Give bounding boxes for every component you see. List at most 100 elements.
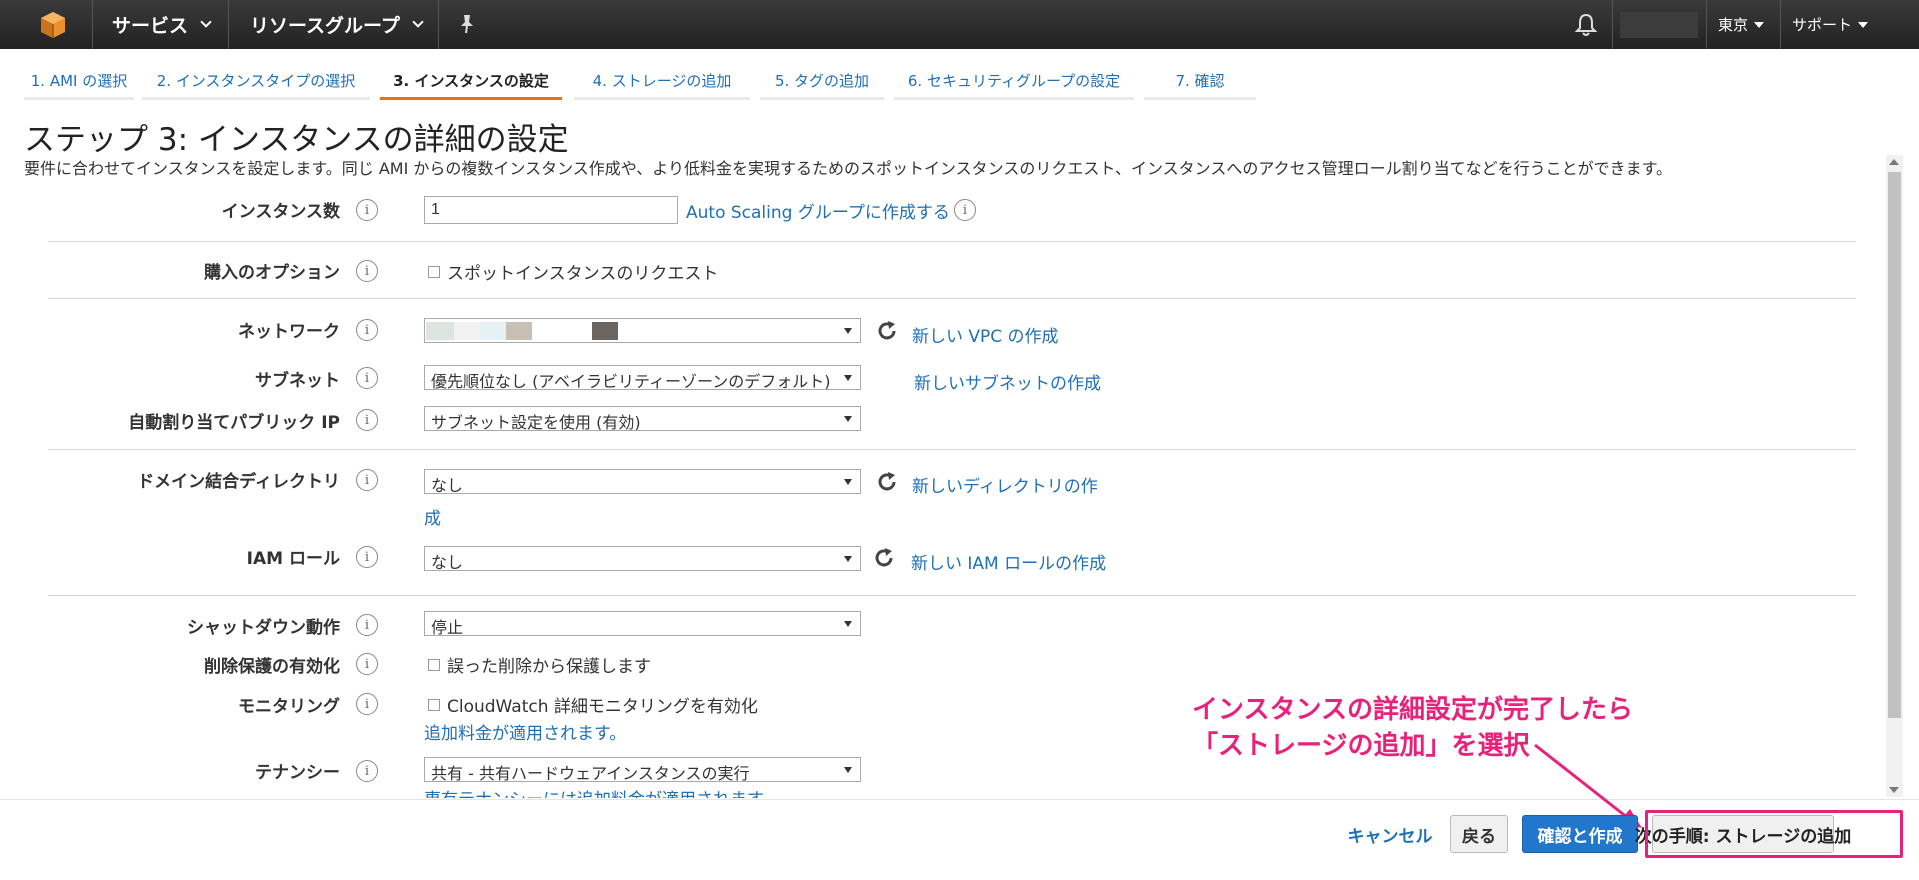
- cancel-button[interactable]: キャンセル: [1340, 815, 1440, 853]
- tab-add-storage[interactable]: 4. ストレージの追加: [574, 64, 750, 100]
- footer-divider: [0, 799, 1919, 800]
- monitoring-charges-link[interactable]: 追加料金が適用されます。: [424, 719, 626, 744]
- public-ip-value: サブネット設定を使用 (有効): [431, 413, 641, 431]
- create-directory-link[interactable]: 新しいディレクトリの作: [912, 472, 1098, 497]
- termination-protection-label: 削除保護の有効化: [204, 657, 340, 677]
- instance-count-input[interactable]: [424, 196, 678, 224]
- region-menu[interactable]: 東京: [1718, 0, 1765, 49]
- tenancy-value: 共有 - 共有ハードウェアインスタンスの実行: [431, 764, 750, 782]
- caret-down-icon: [844, 416, 852, 422]
- divider: [1780, 0, 1781, 49]
- tenancy-charges-link[interactable]: 専有テナンシーには追加料金が適用されます。: [424, 785, 779, 798]
- info-icon[interactable]: i: [356, 469, 378, 491]
- back-button[interactable]: 戻る: [1450, 815, 1508, 853]
- info-icon[interactable]: i: [356, 653, 378, 675]
- resource-groups-menu[interactable]: リソースグループ: [250, 0, 424, 49]
- info-icon[interactable]: i: [356, 319, 378, 341]
- subnet-value: 優先順位なし (アベイラビリティーゾーンのデフォルト): [431, 372, 831, 390]
- page-description: 要件に合わせてインスタンスを設定します。同じ AMI からの複数インスタンス作成…: [24, 159, 1672, 178]
- scrollbar-thumb[interactable]: [1888, 172, 1901, 718]
- refresh-icon[interactable]: [873, 547, 895, 569]
- caret-down-icon: [844, 328, 852, 334]
- network-label: ネットワーク: [238, 322, 340, 342]
- domain-directory-select[interactable]: なし: [424, 469, 861, 494]
- checkbox-icon[interactable]: [428, 698, 440, 711]
- account-menu[interactable]: [1620, 12, 1698, 38]
- instance-count-label: インスタンス数: [221, 202, 340, 222]
- auto-scaling-link[interactable]: Auto Scaling グループに作成する: [686, 198, 950, 223]
- create-iam-role-link[interactable]: 新しい IAM ロールの作成: [911, 549, 1106, 574]
- tab-instance-type[interactable]: 2. インスタンスタイプの選択: [142, 64, 370, 100]
- support-menu[interactable]: サポート: [1792, 0, 1869, 49]
- tab-add-tags[interactable]: 5. タグの追加: [760, 64, 884, 100]
- info-icon[interactable]: i: [954, 199, 976, 221]
- domain-directory-value: なし: [431, 476, 464, 494]
- spot-request-checkbox[interactable]: スポットインスタンスのリクエスト: [428, 259, 718, 284]
- tenancy-select[interactable]: 共有 - 共有ハードウェアインスタンスの実行: [424, 757, 861, 782]
- caret-down-icon: [844, 479, 852, 485]
- info-icon[interactable]: i: [356, 260, 378, 282]
- divider: [228, 0, 229, 49]
- caret-down-icon: [844, 621, 852, 627]
- aws-cube-logo-icon[interactable]: [38, 10, 68, 40]
- info-icon[interactable]: i: [356, 367, 378, 389]
- create-vpc-link[interactable]: 新しい VPC の作成: [912, 322, 1059, 347]
- divider: [1706, 0, 1707, 49]
- info-icon[interactable]: i: [356, 409, 378, 431]
- create-subnet-link[interactable]: 新しいサブネットの作成: [914, 369, 1101, 394]
- info-icon[interactable]: i: [356, 546, 378, 568]
- caret-down-icon: [844, 556, 852, 562]
- subnet-label: サブネット: [255, 371, 340, 391]
- info-icon[interactable]: i: [356, 199, 378, 221]
- tab-review[interactable]: 7. 確認: [1144, 64, 1256, 100]
- divider: [438, 0, 439, 49]
- tab-ami[interactable]: 1. AMI の選択: [24, 64, 134, 100]
- checkbox-icon[interactable]: [428, 265, 440, 278]
- info-icon[interactable]: i: [356, 614, 378, 636]
- tab-configure-instance[interactable]: 3. インスタンスの設定: [380, 64, 562, 100]
- public-ip-select[interactable]: サブネット設定を使用 (有効): [424, 406, 861, 431]
- shutdown-behavior-label: シャットダウン動作: [187, 618, 340, 638]
- annotation-callout: インスタンスの詳細設定が完了したら 「ストレージの追加」を選択: [1192, 692, 1633, 764]
- divider: [48, 449, 1856, 450]
- review-and-launch-button[interactable]: 確認と作成: [1522, 815, 1638, 853]
- scroll-down-icon[interactable]: [1889, 787, 1899, 793]
- pin-icon[interactable]: [458, 14, 476, 34]
- annotation-line-1: インスタンスの詳細設定が完了したら: [1192, 695, 1633, 725]
- tab-security-group[interactable]: 6. セキュリティグループの設定: [894, 64, 1134, 100]
- domain-directory-label: ドメイン結合ディレクトリ: [137, 472, 340, 492]
- bell-icon[interactable]: [1575, 13, 1597, 37]
- public-ip-label: 自動割り当てパブリック IP: [128, 413, 340, 433]
- divider: [92, 0, 93, 49]
- region-label: 東京: [1718, 16, 1749, 34]
- scrollbar[interactable]: [1886, 155, 1903, 797]
- info-icon[interactable]: i: [356, 760, 378, 782]
- caret-down-icon: [1858, 21, 1869, 28]
- shutdown-behavior-value: 停止: [431, 618, 464, 636]
- termination-protection-checkbox[interactable]: 誤った削除から保護します: [428, 652, 651, 677]
- divider: [48, 595, 1856, 596]
- services-menu[interactable]: サービス: [112, 0, 212, 49]
- iam-role-select[interactable]: なし: [424, 546, 861, 571]
- checkbox-icon[interactable]: [428, 658, 440, 671]
- divider: [48, 241, 1856, 242]
- refresh-icon[interactable]: [876, 320, 898, 342]
- info-icon[interactable]: i: [356, 693, 378, 715]
- tenancy-label: テナンシー: [255, 763, 340, 783]
- create-directory-link-wrap[interactable]: 成: [424, 504, 441, 529]
- subnet-select[interactable]: 優先順位なし (アベイラビリティーゾーンのデフォルト): [424, 365, 861, 390]
- termination-protection-text: 誤った削除から保護します: [447, 657, 651, 677]
- next-button-highlight: [1645, 810, 1903, 858]
- divider: [1612, 0, 1613, 49]
- support-label: サポート: [1792, 16, 1853, 34]
- resource-groups-label: リソースグループ: [250, 15, 400, 37]
- top-navbar: サービス リソースグループ 東京 サポート: [0, 0, 1919, 49]
- refresh-icon[interactable]: [876, 471, 898, 493]
- scroll-up-icon[interactable]: [1889, 159, 1899, 165]
- caret-down-icon: [844, 375, 852, 381]
- iam-role-value: なし: [431, 553, 464, 571]
- caret-down-icon: [1754, 21, 1765, 28]
- shutdown-behavior-select[interactable]: 停止: [424, 611, 861, 636]
- detailed-monitoring-checkbox[interactable]: CloudWatch 詳細モニタリングを有効化: [428, 692, 758, 717]
- network-value-redacted: [426, 322, 618, 340]
